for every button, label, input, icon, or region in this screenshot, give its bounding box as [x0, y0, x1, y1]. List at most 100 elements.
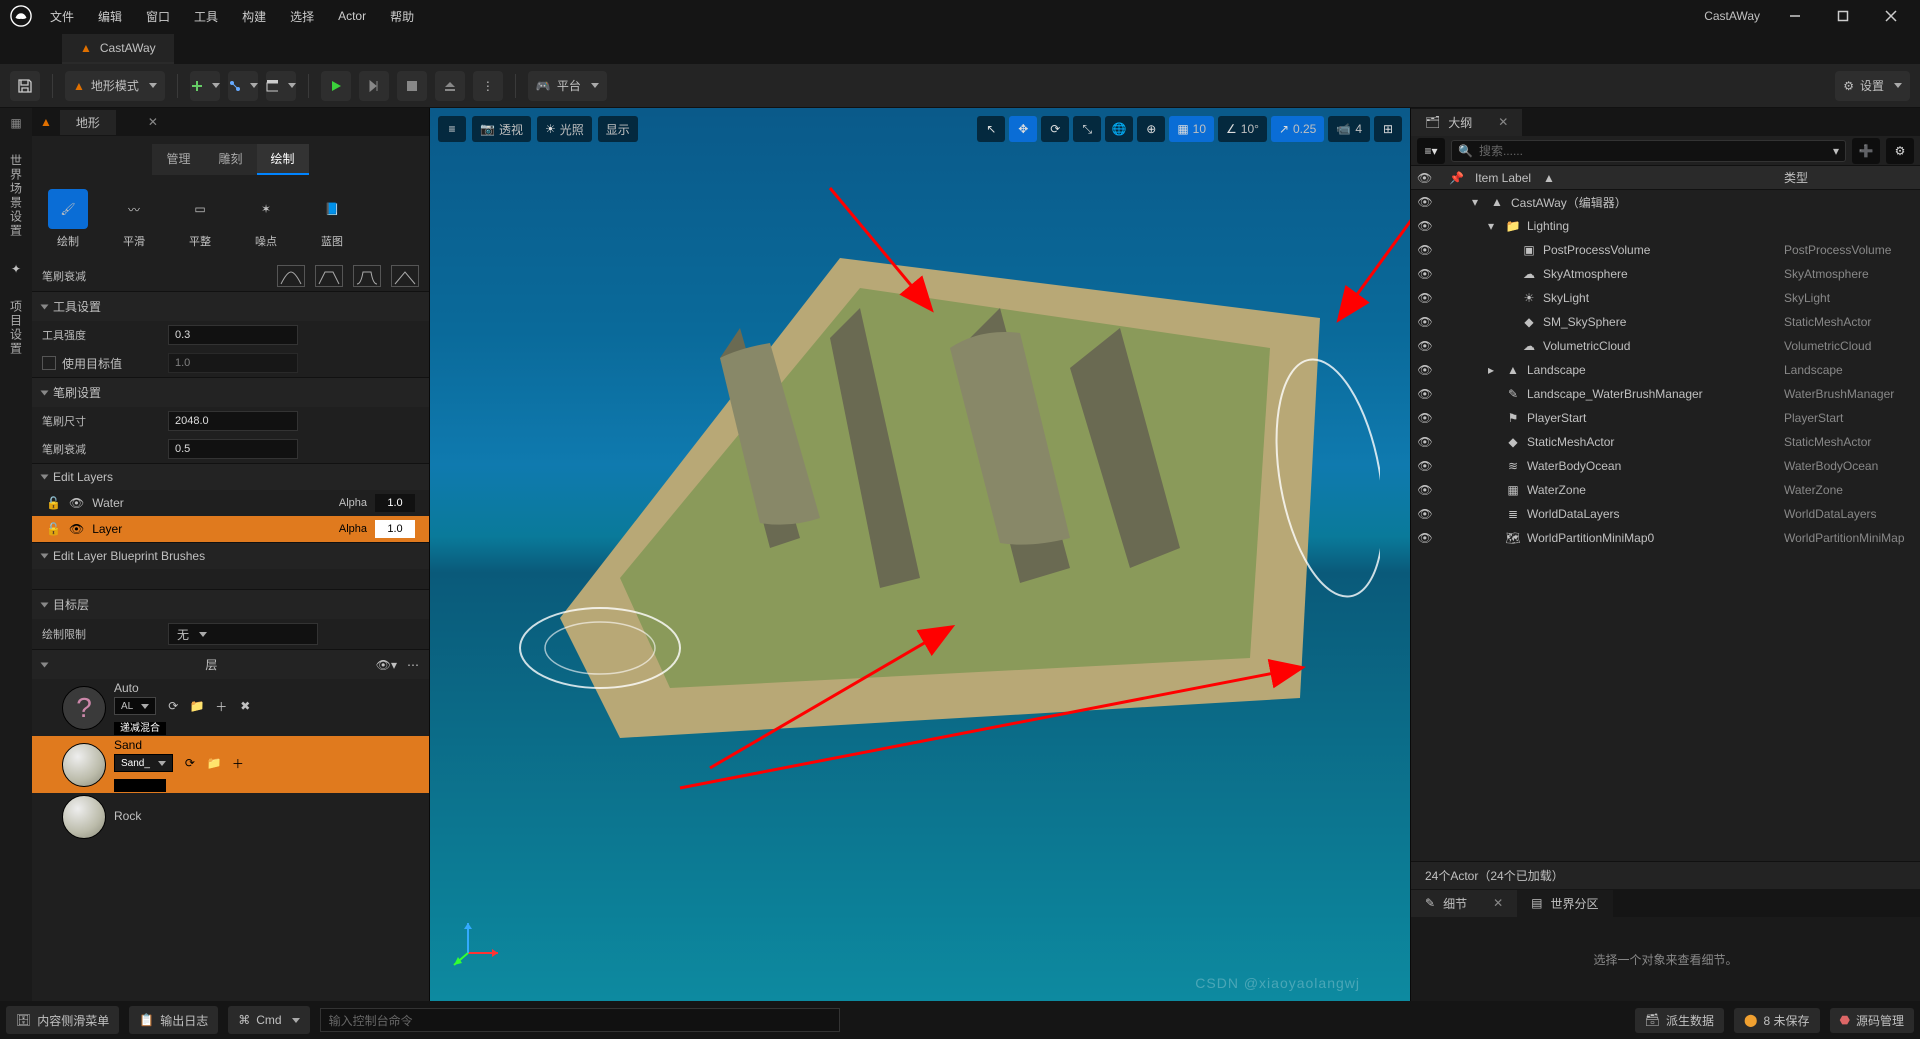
- add-folder-button[interactable]: ➕: [1852, 138, 1880, 164]
- close-button[interactable]: [1868, 1, 1914, 31]
- menu-构建[interactable]: 构建: [230, 2, 278, 31]
- item-label-column[interactable]: Item Label: [1475, 171, 1531, 185]
- visibility-toggle[interactable]: 👁: [1417, 219, 1433, 233]
- outliner-row-WorldPartitionMiniMap0[interactable]: 👁🗺WorldPartitionMiniMap0WorldPartitionMi…: [1411, 526, 1920, 550]
- outliner-row-CastAWay（编辑器）[interactable]: 👁▾▲CastAWay（编辑器）: [1411, 190, 1920, 214]
- falloff-linear-icon[interactable]: [315, 265, 343, 287]
- mode-噪点[interactable]: ✶噪点: [242, 189, 290, 249]
- outliner-row-WaterZone[interactable]: 👁▦WaterZoneWaterZone: [1411, 478, 1920, 502]
- source-control-button[interactable]: ⬣源码管理: [1830, 1008, 1915, 1033]
- outliner-row-PlayerStart[interactable]: 👁⚑PlayerStartPlayerStart: [1411, 406, 1920, 430]
- eye-toggle-icon[interactable]: 👁▾: [376, 658, 397, 672]
- outliner-row-WorldDataLayers[interactable]: 👁≣WorldDataLayersWorldDataLayers: [1411, 502, 1920, 526]
- edit-layer-layer[interactable]: 🔓 👁 Layer Alpha 1.0: [32, 516, 429, 542]
- pin-column-icon[interactable]: 📌: [1449, 171, 1467, 185]
- alpha-water-input[interactable]: 1.0: [375, 494, 415, 512]
- world-partition-tab[interactable]: ▤ 世界分区: [1517, 890, 1612, 917]
- refresh-icon[interactable]: ⟳: [164, 697, 182, 715]
- viewport-layout-button[interactable]: ⊞: [1374, 116, 1402, 142]
- visibility-toggle[interactable]: 👁: [1417, 459, 1433, 473]
- outliner-row-WaterBodyOcean[interactable]: 👁≋WaterBodyOceanWaterBodyOcean: [1411, 454, 1920, 478]
- seg-tab-管理[interactable]: 管理: [152, 144, 204, 175]
- outliner-row-SkyLight[interactable]: 👁☀SkyLightSkyLight: [1411, 286, 1920, 310]
- mode-平滑[interactable]: 〰平滑: [110, 189, 158, 249]
- mode-蓝图[interactable]: 📘蓝图: [308, 189, 356, 249]
- add-content-button[interactable]: [190, 71, 220, 101]
- mode-绘制[interactable]: 🖌绘制: [44, 189, 92, 249]
- visibility-toggle[interactable]: 👁: [1417, 507, 1433, 521]
- paint-layer-Auto[interactable]: ?AutoAL⟳📁＋✖递减混合: [32, 679, 429, 736]
- edit-layers-section[interactable]: Edit Layers: [32, 464, 429, 490]
- visibility-toggle[interactable]: 👁: [1417, 243, 1433, 257]
- visibility-toggle[interactable]: 👁: [1417, 267, 1433, 281]
- scale-snap[interactable]: ↗ 0.25: [1271, 116, 1324, 142]
- settings-dropdown[interactable]: ⚙ 设置: [1835, 71, 1910, 101]
- grid-snap[interactable]: ▦ 10: [1169, 116, 1214, 142]
- menu-帮助[interactable]: 帮助: [378, 2, 426, 31]
- blueprint-brushes-section[interactable]: Edit Layer Blueprint Brushes: [32, 543, 429, 569]
- details-tab[interactable]: ✎ 细节 ✕: [1411, 890, 1517, 917]
- brush-size-input[interactable]: 2048.0: [168, 411, 298, 431]
- coord-space-toggle[interactable]: 🌐: [1105, 116, 1133, 142]
- filter-button[interactable]: ≡▾: [1417, 138, 1445, 164]
- outliner-row-VolumetricCloud[interactable]: 👁☁VolumetricCloudVolumetricCloud: [1411, 334, 1920, 358]
- menu-选择[interactable]: 选择: [278, 2, 326, 31]
- close-icon[interactable]: ✕: [1498, 115, 1508, 129]
- paint-layer-Sand[interactable]: SandSand_⟳📁＋递减混合: [32, 736, 429, 793]
- content-drawer-button[interactable]: 🗄内容侧滑菜单: [6, 1006, 119, 1034]
- outliner-search-input[interactable]: 🔍 搜索...... ▾: [1451, 140, 1846, 162]
- expand-icon[interactable]: ▾: [1483, 219, 1499, 233]
- viewport-menu-button[interactable]: ≡: [438, 116, 466, 142]
- visibility-column-icon[interactable]: 👁: [1417, 171, 1441, 185]
- expand-icon[interactable]: ▾: [1467, 195, 1483, 209]
- angle-snap[interactable]: ∠ 10°: [1218, 116, 1267, 142]
- visibility-toggle[interactable]: 👁: [1417, 435, 1433, 449]
- play-options-button[interactable]: ⋮: [473, 71, 503, 101]
- layer-info-dropdown[interactable]: Sand_: [114, 754, 173, 772]
- seg-tab-雕刻[interactable]: 雕刻: [204, 144, 256, 175]
- remove-icon[interactable]: ✖: [236, 697, 254, 715]
- outliner-row-StaticMeshActor[interactable]: 👁◆StaticMeshActorStaticMeshActor: [1411, 430, 1920, 454]
- blueprint-button[interactable]: [228, 71, 258, 101]
- seg-tab-绘制[interactable]: 绘制: [257, 144, 309, 175]
- move-tool[interactable]: ✥: [1009, 116, 1037, 142]
- falloff-sphere-icon[interactable]: [353, 265, 381, 287]
- skip-button[interactable]: [359, 71, 389, 101]
- minimize-button[interactable]: [1772, 1, 1818, 31]
- landscape-tab-label[interactable]: 地形: [60, 110, 116, 135]
- outliner-row-Lighting[interactable]: 👁▾📁Lighting: [1411, 214, 1920, 238]
- scale-tool[interactable]: ⤡: [1073, 116, 1101, 142]
- eye-icon[interactable]: 👁: [69, 496, 84, 510]
- outliner-row-Landscape[interactable]: 👁▸▲LandscapeLandscape: [1411, 358, 1920, 382]
- output-log-button[interactable]: 📋输出日志: [129, 1006, 218, 1034]
- show-dropdown[interactable]: 显示: [598, 116, 638, 142]
- unsaved-button[interactable]: ⬤8 未保存: [1734, 1008, 1819, 1033]
- mode-平整[interactable]: ▭平整: [176, 189, 224, 249]
- visibility-toggle[interactable]: 👁: [1417, 411, 1433, 425]
- brush-falloff-input[interactable]: 0.5: [168, 439, 298, 459]
- stop-button[interactable]: [397, 71, 427, 101]
- level-viewport[interactable]: ≡ 📷 透视 ☀ 光照 显示 ↖ ✥ ⟳ ⤡ 🌐 ⊕ ▦ 10 ∠ 10° ↗ …: [430, 108, 1410, 1001]
- edit-layer-water[interactable]: 🔓 👁 Water Alpha 1.0: [32, 490, 429, 516]
- menu-Actor[interactable]: Actor: [326, 3, 378, 29]
- perspective-dropdown[interactable]: 📷 透视: [472, 116, 531, 142]
- derived-data-button[interactable]: 🗃派生数据: [1635, 1008, 1724, 1033]
- project-settings-tab[interactable]: 项目设置: [8, 300, 25, 356]
- visibility-toggle[interactable]: 👁: [1417, 315, 1433, 329]
- outliner-row-SkyAtmosphere[interactable]: 👁☁SkyAtmosphereSkyAtmosphere: [1411, 262, 1920, 286]
- menu-编辑[interactable]: 编辑: [86, 2, 134, 31]
- expand-icon[interactable]: ▸: [1483, 363, 1499, 377]
- eye-icon[interactable]: 👁: [69, 522, 84, 536]
- visibility-toggle[interactable]: 👁: [1417, 339, 1433, 353]
- alpha-layer-input[interactable]: 1.0: [375, 520, 415, 538]
- folder-icon[interactable]: 📁: [205, 754, 223, 772]
- layer-options-icon[interactable]: ⋯: [407, 658, 419, 672]
- maximize-button[interactable]: [1820, 1, 1866, 31]
- select-tool[interactable]: ↖: [977, 116, 1005, 142]
- outliner-row-PostProcessVolume[interactable]: 👁▣PostProcessVolumePostProcessVolume: [1411, 238, 1920, 262]
- visibility-toggle[interactable]: 👁: [1417, 363, 1433, 377]
- platform-dropdown[interactable]: 🎮 平台: [528, 71, 607, 101]
- editor-mode-dropdown[interactable]: ▲ 地形模式: [65, 71, 165, 101]
- outliner-row-SM_SkySphere[interactable]: 👁◆SM_SkySphereStaticMeshActor: [1411, 310, 1920, 334]
- eject-button[interactable]: [435, 71, 465, 101]
